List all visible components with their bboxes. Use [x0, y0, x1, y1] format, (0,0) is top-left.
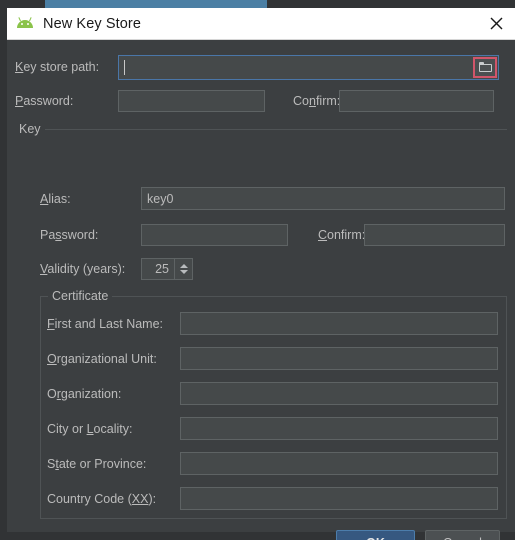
close-icon[interactable] — [483, 11, 509, 37]
screen: New Key Store Key store path: Password: … — [0, 0, 515, 540]
key-password-row: Password: Confirm: — [40, 224, 505, 246]
dialog-content: Key store path: Password: Confirm: Key A… — [7, 40, 515, 540]
browse-folder-button[interactable] — [473, 56, 497, 78]
key-store-path-field-wrap[interactable] — [118, 54, 499, 80]
key-password-label: Password: — [40, 228, 99, 242]
ide-editor-tab-strip — [45, 0, 267, 8]
chevron-down-icon[interactable] — [179, 270, 188, 274]
key-alias-input[interactable] — [141, 187, 505, 210]
cert-first-last-name-label: First and Last Name: — [47, 316, 164, 331]
validity-input[interactable] — [142, 259, 174, 279]
folder-open-icon — [478, 62, 492, 72]
ok-button[interactable]: OK — [336, 530, 415, 540]
key-password-input[interactable] — [141, 224, 288, 246]
key-store-path-label: Key store path: — [15, 60, 100, 74]
dialog-titlebar: New Key Store — [7, 8, 515, 40]
cert-country-code-label: Country Code (XX): — [47, 491, 157, 506]
ide-background-left — [0, 8, 7, 540]
text-caret — [124, 59, 125, 75]
cert-organizational-unit-label: Organizational Unit: — [47, 351, 157, 366]
cert-organization-label: Organization: — [47, 386, 122, 401]
key-store-password-label: Password: — [15, 94, 74, 108]
key-store-path-input[interactable] — [119, 55, 498, 79]
key-alias-row: Alias: — [40, 187, 505, 210]
key-confirm-input[interactable] — [364, 224, 505, 246]
cert-state-province-label: State or Province: — [47, 456, 147, 471]
key-store-path-row: Key store path: — [15, 54, 507, 80]
dialog-title: New Key Store — [43, 15, 142, 32]
certificate-group-title: Certificate — [48, 289, 113, 303]
cert-city-locality-label: City or Locality: — [47, 421, 133, 436]
key-alias-label: Alias: — [40, 191, 71, 206]
cert-city-locality-input[interactable] — [180, 417, 498, 440]
chevron-up-icon[interactable] — [179, 264, 188, 268]
cert-first-last-name-row: First and Last Name: — [47, 312, 499, 335]
cert-first-last-name-input[interactable] — [180, 312, 498, 335]
cert-state-province-row: State or Province: — [47, 452, 499, 475]
key-group-title: Key — [15, 122, 45, 136]
android-robot-icon — [16, 15, 34, 33]
cert-organization-row: Organization: — [47, 382, 499, 405]
key-validity-row: Validity (years): — [40, 258, 505, 280]
cert-city-locality-row: City or Locality: — [47, 417, 499, 440]
validity-spinner-buttons[interactable] — [174, 259, 192, 279]
cert-organizational-unit-row: Organizational Unit: — [47, 347, 499, 370]
cert-country-code-row: Country Code (XX): — [47, 487, 499, 510]
cert-organizational-unit-input[interactable] — [180, 347, 498, 370]
cert-state-province-input[interactable] — [180, 452, 498, 475]
new-key-store-dialog: New Key Store Key store path: Password: … — [7, 8, 515, 540]
cancel-button[interactable]: Cancel — [425, 530, 500, 540]
key-confirm-label: Confirm: — [318, 228, 366, 242]
cert-country-code-input[interactable] — [180, 487, 498, 510]
key-validity-label: Validity (years): — [40, 262, 126, 276]
validity-spinner[interactable] — [141, 258, 193, 280]
key-store-password-row: Password: Confirm: — [15, 90, 507, 112]
key-store-confirm-label: Confirm: — [293, 94, 341, 108]
key-store-confirm-input[interactable] — [339, 90, 494, 112]
key-store-password-input[interactable] — [118, 90, 265, 112]
cert-organization-input[interactable] — [180, 382, 498, 405]
